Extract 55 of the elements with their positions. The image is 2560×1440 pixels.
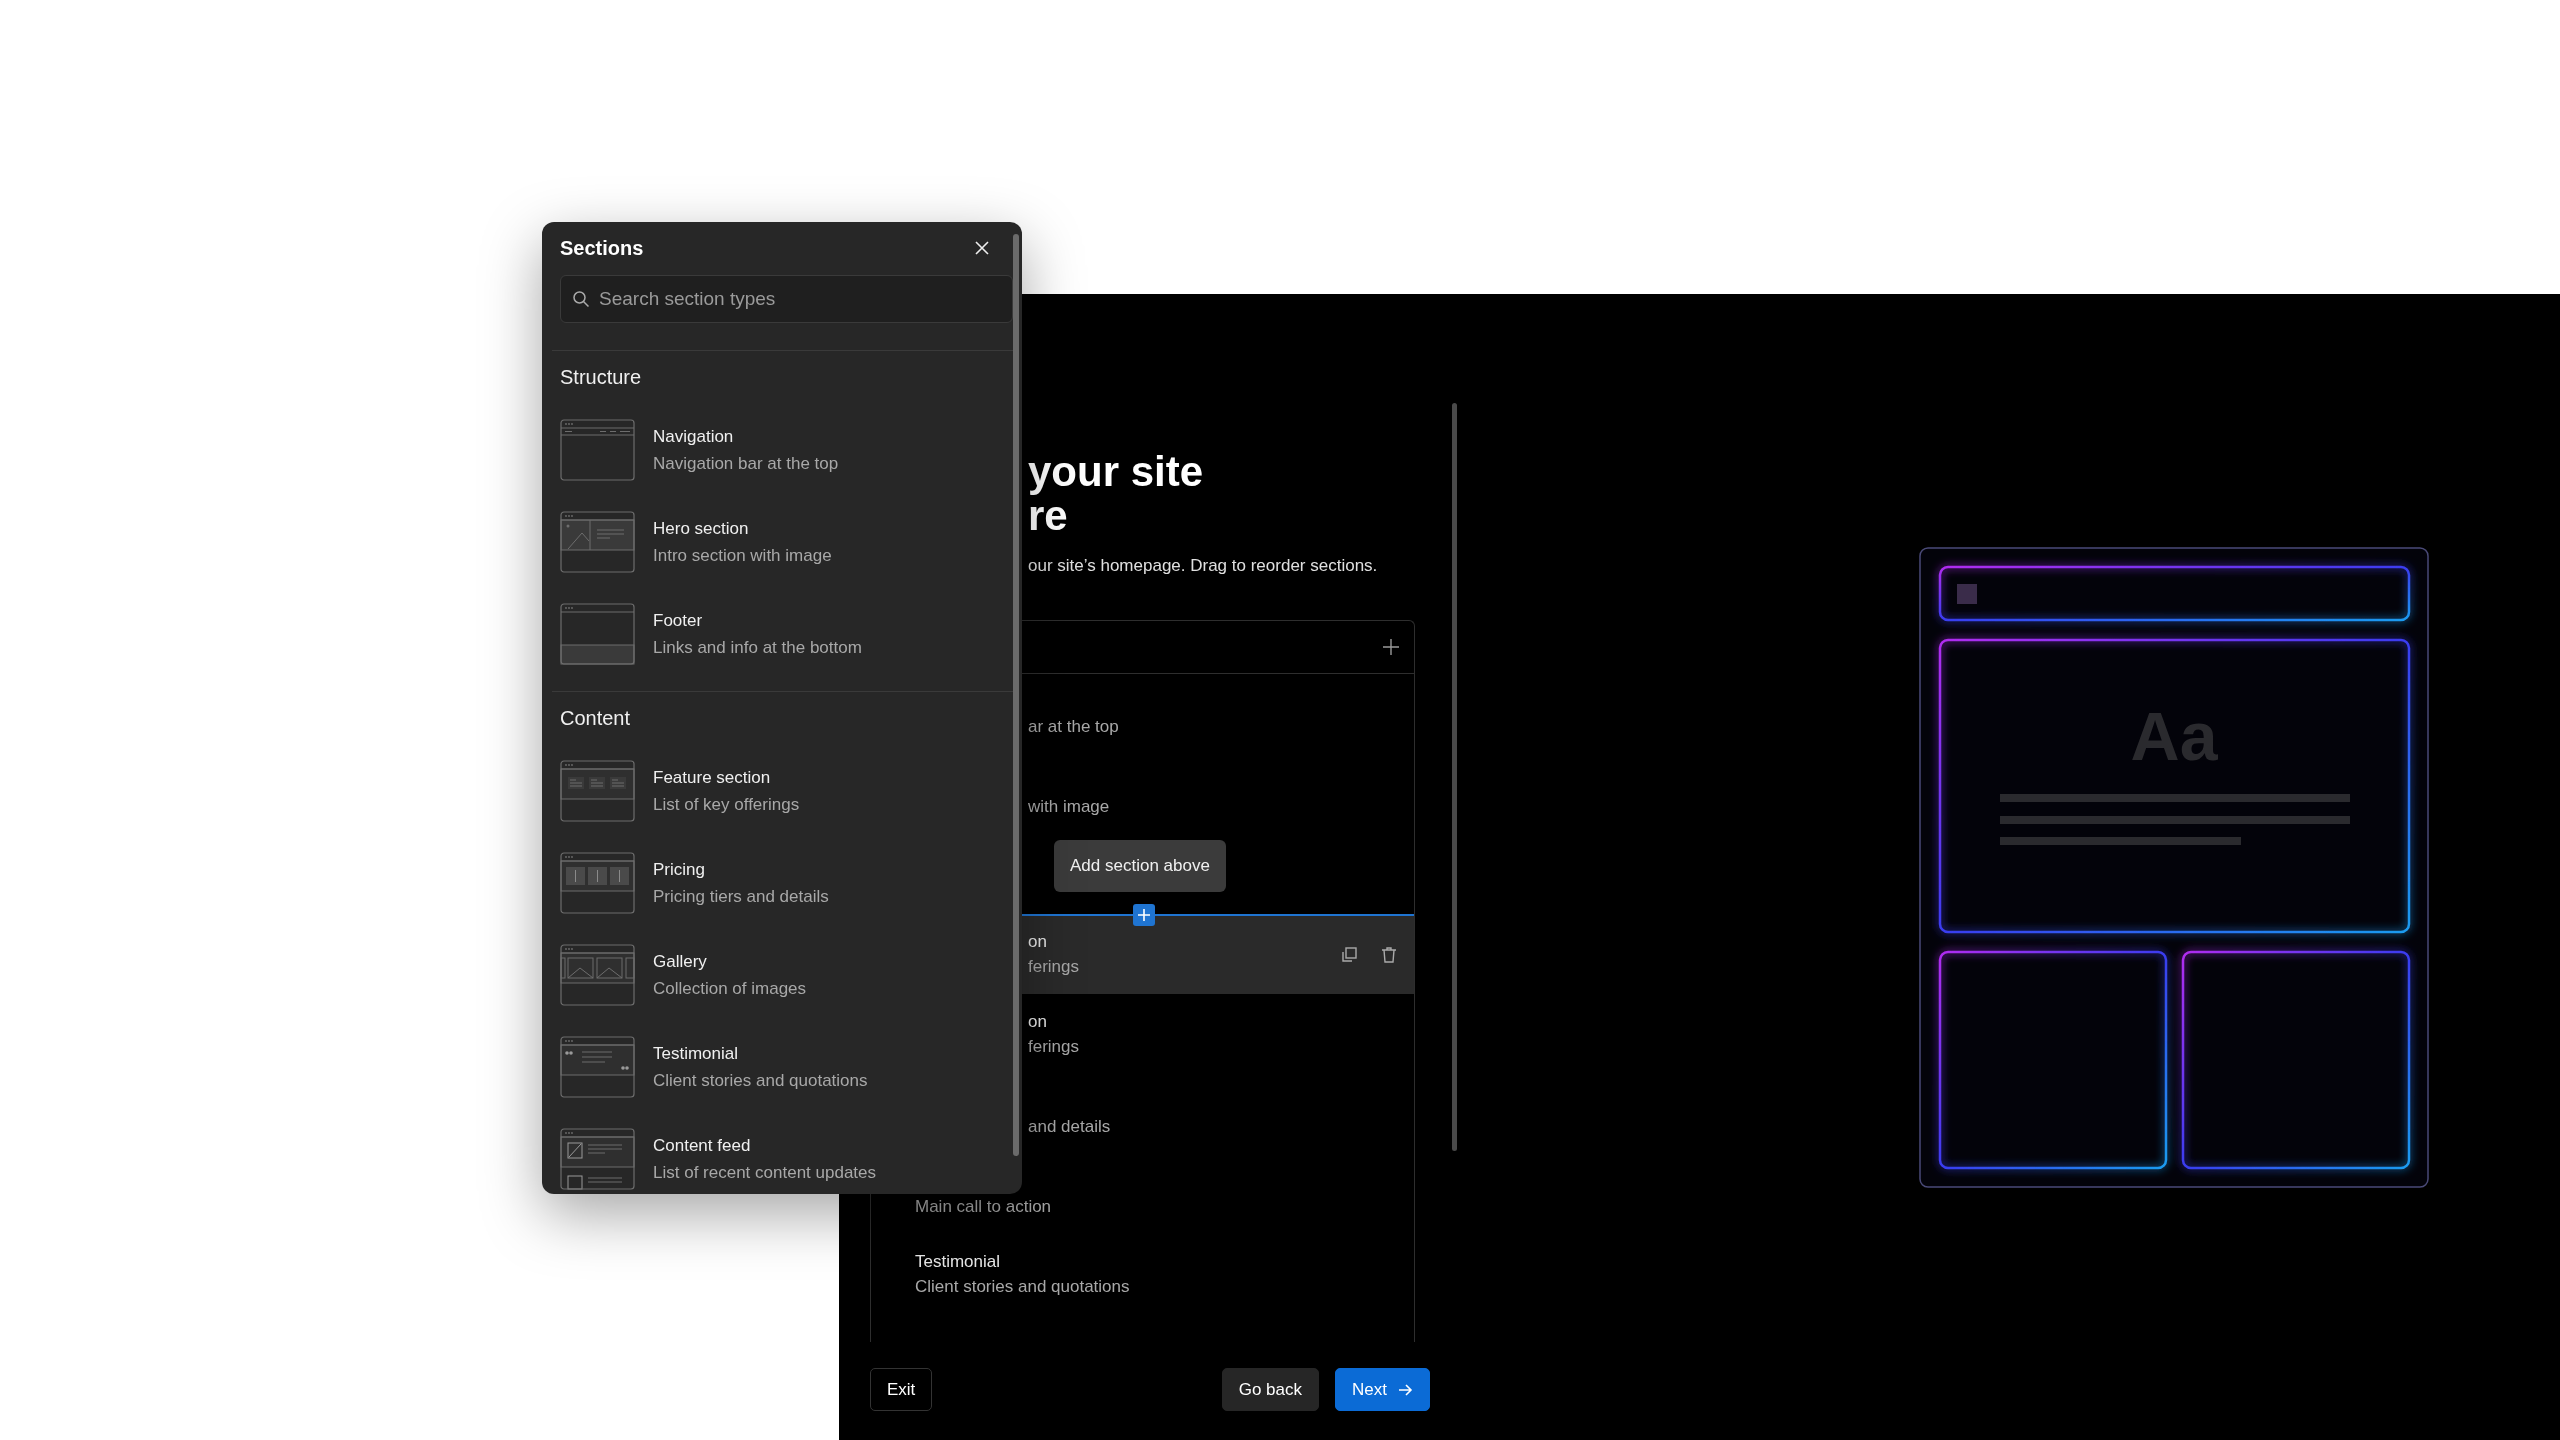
section-title: Testimonial [915,1251,1001,1273]
page-heading: re [1027,494,1068,538]
search-icon [572,290,590,308]
section-type-title[interactable]: Testimonial [653,1041,739,1066]
section-description: Client stories and quotations [915,1276,1130,1298]
section-thumbnail-icon [560,760,635,822]
section-type-description: Links and info at the bottom [653,636,862,659]
close-button[interactable] [974,240,990,256]
section-type-description: Client stories and quotations [653,1069,868,1092]
section-type-title[interactable]: Footer [653,608,703,633]
section-title: on [1028,931,1047,953]
section-type-title[interactable]: Navigation [653,424,734,449]
section-type-title[interactable]: Gallery [653,949,707,974]
section-type-title[interactable]: Feature section [653,765,771,790]
page-subtitle: our site’s homepage. Drag to reorder sections. [1027,555,1378,577]
section-type-description: List of key offerings [653,793,800,816]
panel-title: Sections [560,236,644,260]
arrow-right-icon [1397,1381,1413,1398]
section-description: ferings [1028,1036,1080,1058]
exit-button[interactable]: Exit [870,1368,933,1411]
section-thumbnail-icon [560,419,635,481]
section-type-title[interactable]: Pricing [653,857,705,882]
scrollbar[interactable] [1452,403,1457,1151]
section-type-description: Intro section with image [653,544,832,567]
section-thumbnail-icon [560,852,635,914]
section-type-description: List of recent content updates [653,1161,877,1184]
trash-icon[interactable] [1380,946,1398,964]
section-description: ar at the top [1028,716,1119,738]
section-type-description: Navigation bar at the top [653,452,839,475]
section-type-description: Collection of images [653,977,807,1000]
section-type-description: Pricing tiers and details [653,885,829,908]
add-icon[interactable] [1382,638,1400,656]
section-description: Main call to action [915,1196,1052,1218]
tooltip: Add section above [1054,840,1226,892]
duplicate-icon[interactable] [1340,946,1358,964]
search-field[interactable]: Search section types [560,275,1013,323]
section-type-title[interactable]: Content feed [653,1133,751,1158]
group-heading: Structure [560,365,642,390]
section-description: and details [1028,1116,1111,1138]
page-heading: your site [1027,450,1204,494]
plus-icon [1137,908,1151,922]
section-description: ferings [1028,956,1080,978]
section-thumbnail-icon [560,1036,635,1098]
back-button[interactable]: Go back [1221,1368,1320,1411]
section-description: with image [1028,796,1110,818]
add-section-button[interactable] [1133,904,1155,926]
section-type-title[interactable]: Hero section [653,516,749,541]
section-thumbnail-icon [560,944,635,1006]
section-thumbnail-icon [560,511,635,573]
section-title: on [1028,1011,1047,1033]
section-thumbnail-icon [560,1128,635,1190]
section-thumbnail-icon [560,603,635,665]
next-button[interactable]: Next [1335,1368,1430,1411]
scrollbar[interactable] [1013,234,1019,1156]
group-heading: Content [560,706,631,731]
